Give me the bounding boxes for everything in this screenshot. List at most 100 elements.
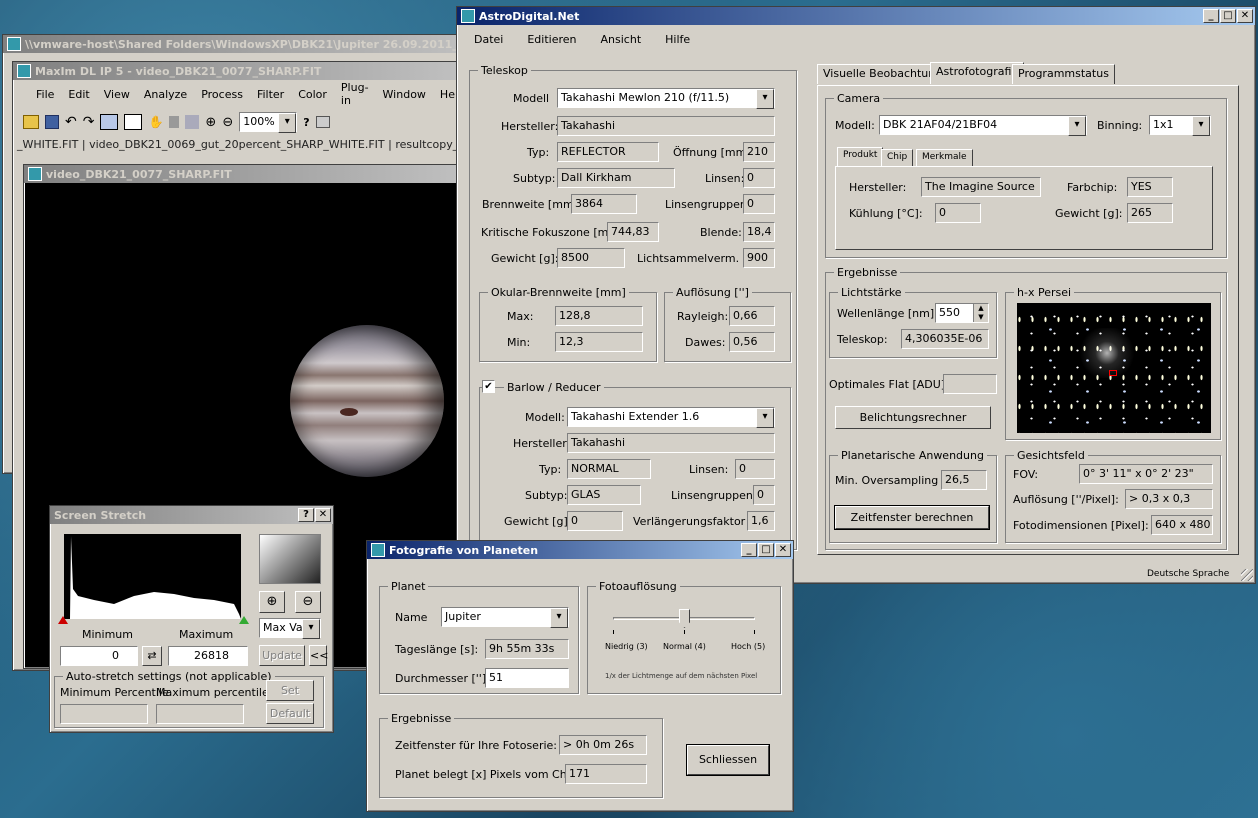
camera-model-select[interactable]: DBK 21AF04/21BF04 [879, 115, 1087, 136]
schliessen-button[interactable]: Schliessen [686, 744, 770, 776]
slider-thumb[interactable] [679, 609, 690, 628]
tageslaenge-label: Tageslänge [s]: [395, 643, 479, 656]
doc-tab[interactable]: _WHITE.FIT [17, 138, 78, 151]
close-button[interactable]: ✕ [775, 543, 791, 557]
settings-icon[interactable] [185, 115, 200, 129]
astro-titlebar[interactable]: AstroDigital.Net _ □ ✕ [457, 7, 1255, 25]
max-percentile-input[interactable] [156, 704, 244, 724]
zeitfenster-field: > 0h 0m 26s [559, 735, 647, 755]
hersteller-label: Hersteller: [501, 120, 559, 133]
min-percentile-input[interactable] [60, 704, 148, 724]
default-button[interactable]: Default [266, 703, 314, 724]
hx-persei-label: h-x Persei [1014, 286, 1075, 299]
lock-icon[interactable] [169, 116, 180, 128]
wellenlaenge-spin-icon[interactable]: ▲ ▼ [973, 304, 988, 322]
document-tabs: _WHITE.FIT | video_DBK21_0069_gut_20perc… [17, 138, 501, 151]
resize-grip-icon[interactable] [1241, 569, 1253, 581]
planet-dialog[interactable]: Fotografie von Planeten _ □ ✕ Planet Name … [366, 540, 794, 812]
okular-max-field: 128,8 [555, 306, 643, 326]
collapse-button[interactable]: << [309, 645, 328, 666]
astrodigital-window[interactable]: AstroDigital.Net _ □ ✕ Datei Editieren Ans… [456, 6, 1256, 584]
save-icon[interactable] [45, 115, 59, 129]
zoom-out-button[interactable]: ⊖ [295, 591, 321, 613]
subtab-merkmale[interactable]: Merkmale [916, 149, 973, 167]
close-button[interactable]: ✕ [1237, 9, 1253, 23]
resolution-slider[interactable] [613, 609, 755, 634]
planet-name-select[interactable]: Jupiter [441, 607, 569, 628]
zoom-in-button[interactable]: ⊕ [259, 591, 285, 613]
barlow-checkbox[interactable]: ✔ [482, 380, 495, 393]
zoom-select[interactable]: 100% [239, 112, 298, 133]
oeffnung-field: 210 [743, 142, 775, 162]
menu-plugin[interactable]: Plug-in [334, 81, 376, 107]
maxim-titlebar[interactable]: MaxIm DL IP 5 - video_DBK21_0077_SHARP.F… [13, 62, 461, 80]
maximize-button[interactable]: □ [758, 543, 774, 557]
hersteller-field: Takahashi [557, 116, 775, 136]
planet-ergebnisse-label: Ergebnisse [388, 712, 455, 725]
open-icon[interactable] [23, 115, 39, 129]
menu-datei[interactable]: Datei [467, 33, 510, 46]
explorer-titlebar[interactable]: \\vmware-host\Shared Folders\WindowsXP\D… [3, 35, 471, 53]
tageslaenge-field: 9h 55m 33s [485, 639, 569, 659]
histogram [64, 534, 241, 619]
max-input[interactable]: 26818 [168, 646, 248, 666]
belichtungsrechner-button[interactable]: Belichtungsrechner [835, 406, 991, 429]
subtab-produkt[interactable]: Produkt [837, 147, 884, 167]
barlow-model-select[interactable]: Takahashi Extender 1.6 [567, 407, 775, 428]
binning-select[interactable]: 1x1 [1149, 115, 1211, 136]
help-button[interactable]: ? [298, 508, 314, 522]
zeitfenster-button[interactable]: Zeitfenster berechnen [834, 505, 990, 530]
explorer-title: \\vmware-host\Shared Folders\WindowsXP\D… [25, 37, 469, 51]
menu-editieren[interactable]: Editieren [520, 33, 583, 46]
menu-file[interactable]: File [29, 88, 61, 101]
planet-titlebar[interactable]: Fotografie von Planeten _ □ ✕ [367, 541, 793, 559]
image-icon[interactable] [100, 114, 119, 130]
info-icon[interactable] [315, 116, 330, 128]
max-marker-icon[interactable] [239, 616, 249, 624]
close-button[interactable]: ✕ [315, 508, 331, 522]
pixels-label: Planet belegt [x] Pixels vom Chip: [395, 768, 581, 781]
min-input[interactable]: 0 [60, 646, 138, 666]
stretch-titlebar[interactable]: Screen Stretch ? ✕ [50, 506, 333, 524]
menu-hilfe[interactable]: Hilfe [658, 33, 697, 46]
select-icon[interactable] [124, 114, 143, 130]
set-button[interactable]: Set [266, 680, 314, 701]
hand-icon[interactable]: ✋ [148, 115, 163, 129]
screen-stretch-window[interactable]: Screen Stretch ?✕ ⊕ ⊖ Max Val Minimum Ma… [49, 505, 334, 733]
image-titlebar[interactable]: video_DBK21_0077_SHARP.FIT [24, 165, 464, 183]
minimize-button[interactable]: _ [741, 543, 757, 557]
maximize-button[interactable]: □ [1220, 9, 1236, 23]
menu-edit[interactable]: Edit [61, 88, 96, 101]
min-marker-icon[interactable] [58, 616, 68, 624]
help-cursor-icon[interactable]: ? [303, 116, 309, 129]
menu-view[interactable]: View [97, 88, 137, 101]
stretch-mode-select[interactable]: Max Val [259, 618, 321, 639]
menu-analyze[interactable]: Analyze [137, 88, 194, 101]
tab-astrofotografie[interactable]: Astrofotografie [930, 62, 1025, 84]
zoom-out-icon[interactable]: ⊖ [222, 115, 233, 130]
update-button[interactable]: Update [259, 645, 305, 666]
minimize-button[interactable]: _ [1203, 9, 1219, 23]
subtyp-field: Dall Kirkham [557, 168, 675, 188]
oversampling-label: Min. Oversampling f/ [835, 474, 950, 487]
rayleigh-field: 0,66 [729, 306, 775, 326]
tab-programmstatus[interactable]: Programmstatus [1012, 64, 1115, 84]
flat-label: Optimales Flat [ADU]: [829, 378, 949, 391]
slider-tick-icon [754, 630, 755, 634]
menu-filter[interactable]: Filter [250, 88, 291, 101]
redo-icon[interactable]: ↷ [83, 114, 95, 130]
menu-process[interactable]: Process [194, 88, 250, 101]
astro-menubar: Datei Editieren Ansicht Hilfe [457, 29, 1255, 49]
undo-icon[interactable]: ↶ [65, 114, 77, 130]
telescope-model-select[interactable]: Takahashi Mewlon 210 (f/11.5) [557, 88, 775, 109]
durchmesser-input[interactable]: 51 [485, 668, 569, 688]
menu-window[interactable]: Window [376, 88, 433, 101]
barlow-faktor-field: 1,6 [747, 511, 775, 531]
menu-ansicht[interactable]: Ansicht [594, 33, 649, 46]
menu-color[interactable]: Color [291, 88, 334, 101]
zoom-in-icon[interactable]: ⊕ [205, 115, 216, 130]
tab-visuelle-beobachtung[interactable]: Visuelle Beobachtung [817, 64, 949, 84]
doc-tab[interactable]: video_DBK21_0069_gut_20percent_SHARP_WHI… [89, 138, 385, 151]
swap-button[interactable]: ⇄ [142, 646, 162, 666]
subtab-chip[interactable]: Chip [881, 149, 914, 167]
